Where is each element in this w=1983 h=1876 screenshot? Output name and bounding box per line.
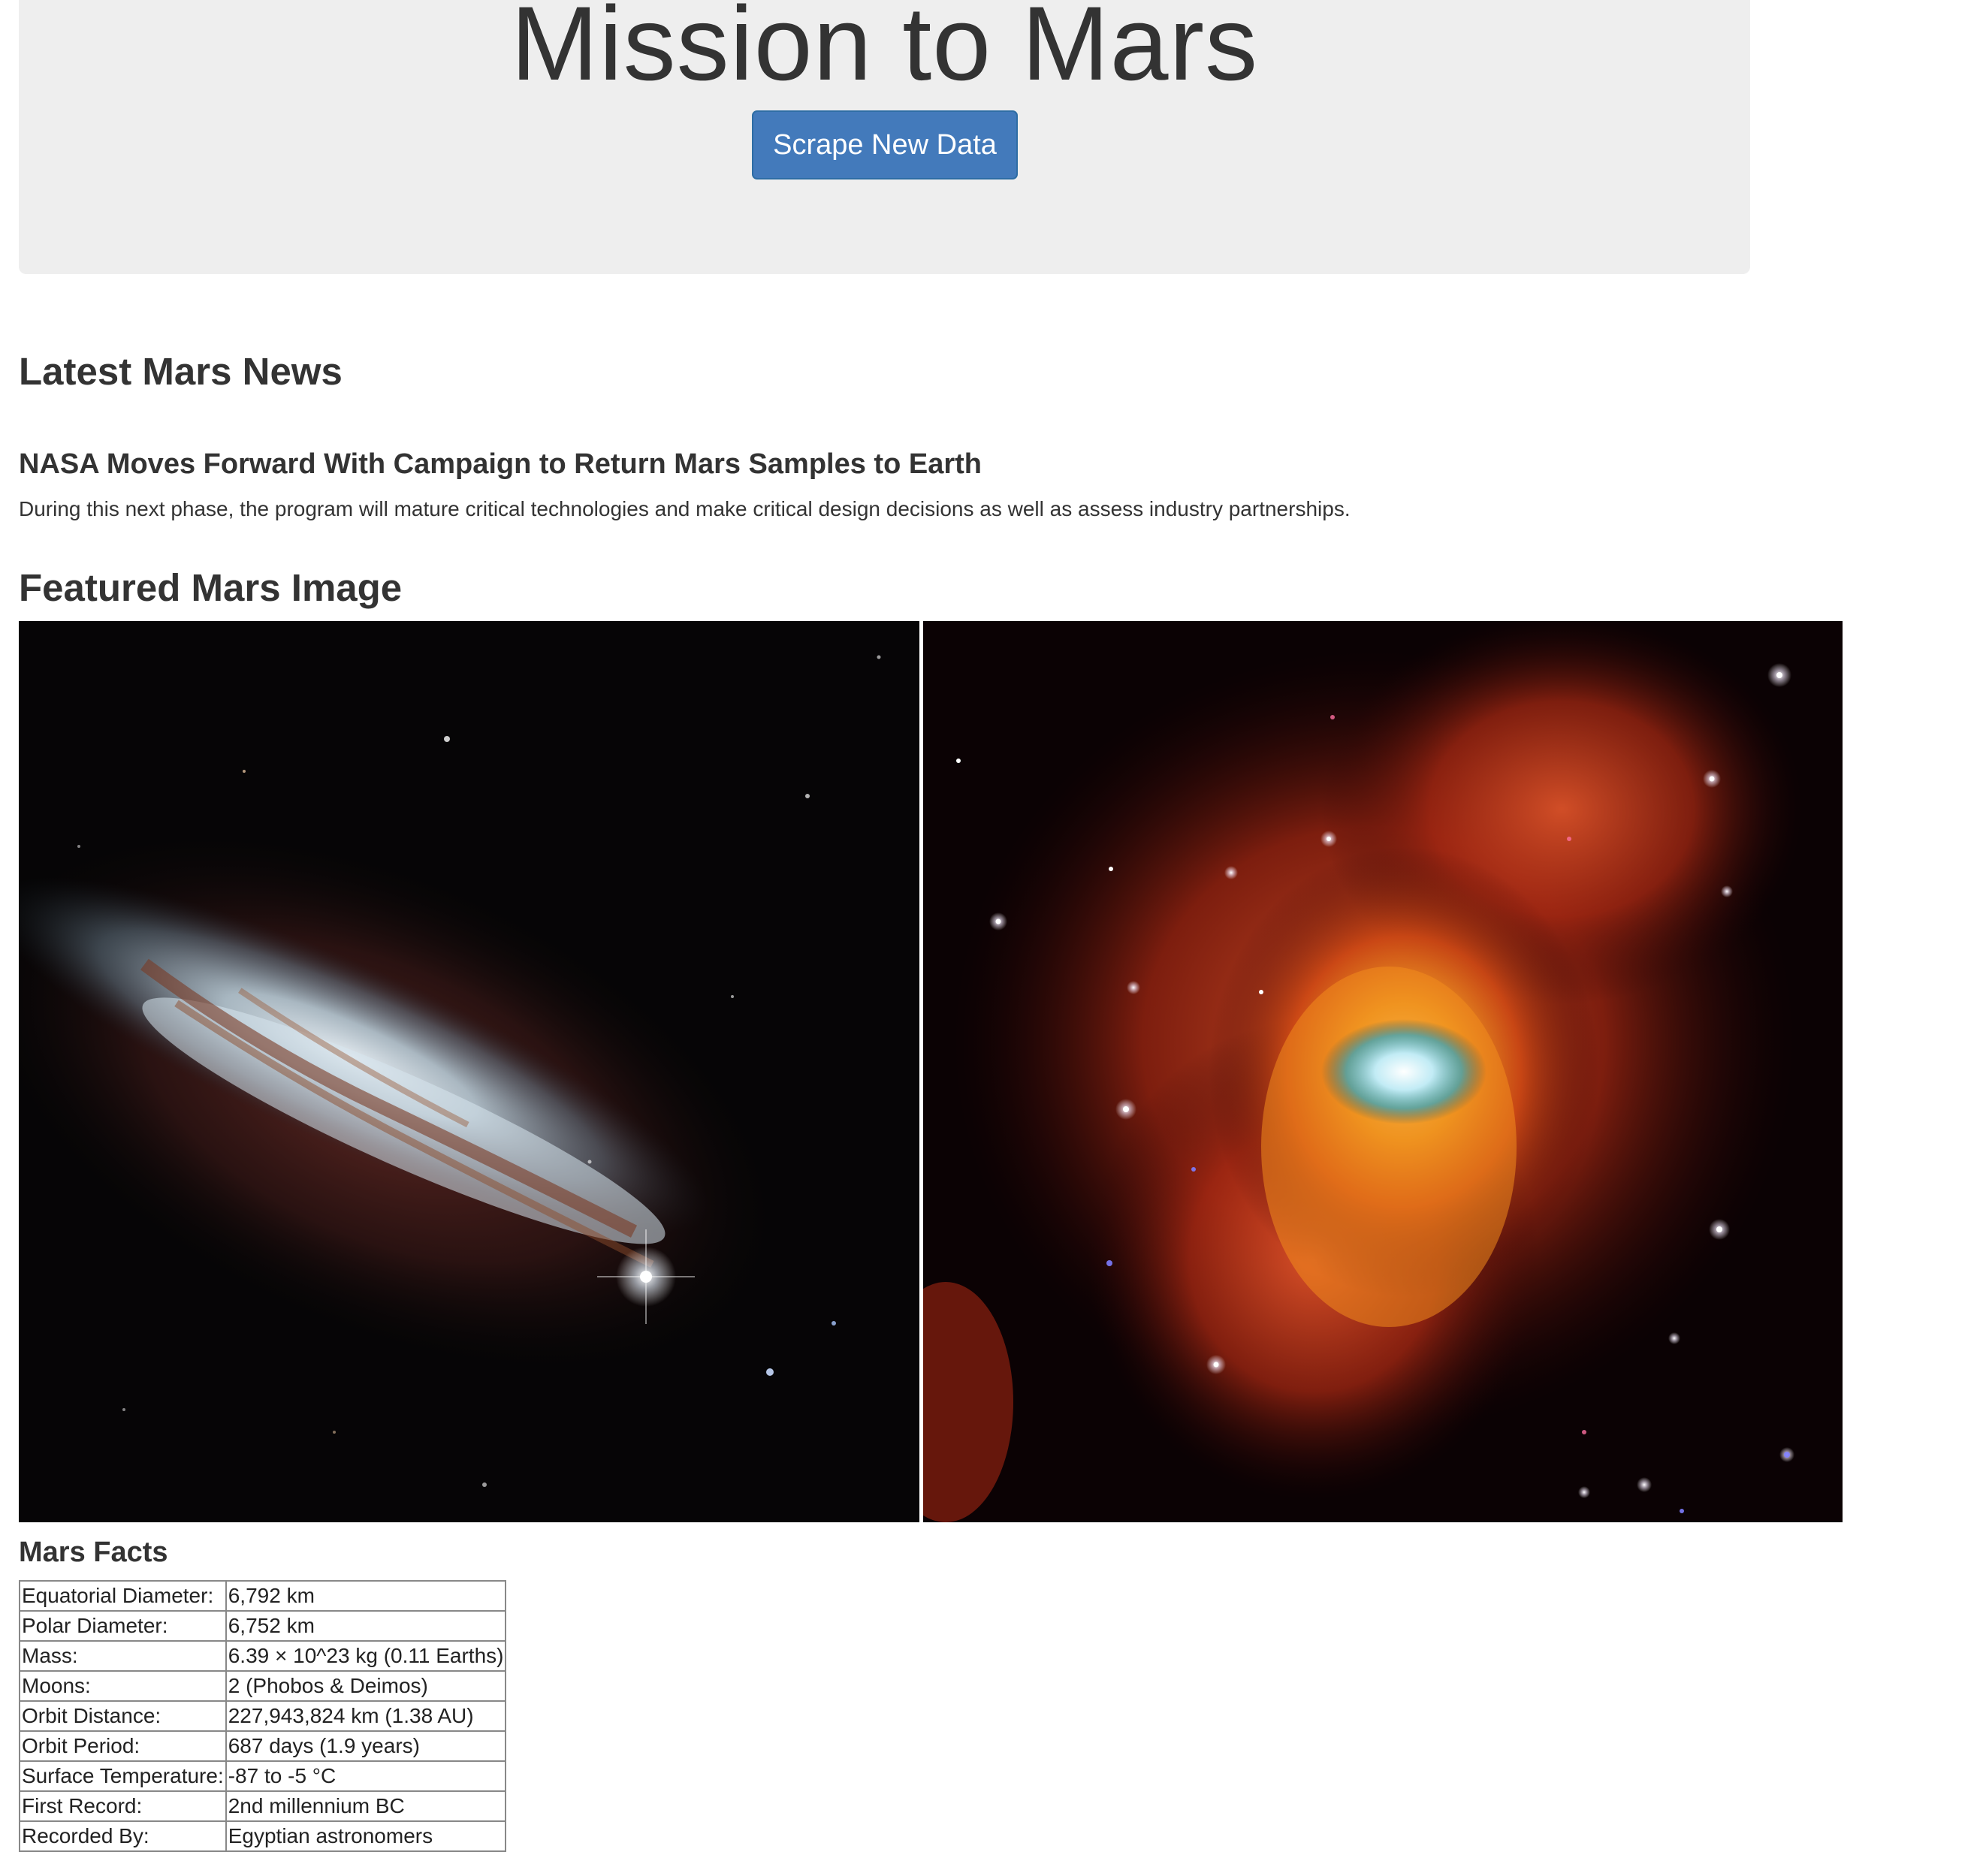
featured-image-heading: Featured Mars Image (19, 566, 403, 609)
table-row: Mass: 6.39 × 10^23 kg (0.11 Earths) (19, 1640, 507, 1672)
news-teaser: During this next phase, the program will… (19, 497, 1351, 520)
page-title: Mission to Mars (510, 0, 1259, 102)
fact-value: 2 (Phobos & Deimos) (225, 1670, 507, 1702)
fact-label: Equatorial Diameter: (19, 1580, 227, 1612)
table-row: First Record: 2nd millennium BC (19, 1790, 507, 1822)
fact-label: Polar Diameter: (19, 1610, 227, 1642)
fact-label: Orbit Distance: (19, 1700, 227, 1732)
galaxy-xray-image (923, 621, 1843, 1522)
fact-value: 227,943,824 km (1.38 AU) (225, 1700, 507, 1732)
galaxy-optical-image (19, 621, 919, 1522)
jumbotron: Mission to Mars Scrape New Data (19, 0, 1750, 274)
table-row: Polar Diameter: 6,752 km (19, 1610, 507, 1642)
table-row: Orbit Period: 687 days (1.9 years) (19, 1730, 507, 1762)
scrape-new-data-button[interactable]: Scrape New Data (752, 110, 1018, 179)
fact-label: First Record: (19, 1790, 227, 1822)
table-row: Orbit Distance: 227,943,824 km (1.38 AU) (19, 1700, 507, 1732)
table-row: Moons: 2 (Phobos & Deimos) (19, 1670, 507, 1702)
fact-label: Recorded By: (19, 1820, 227, 1852)
table-row: Equatorial Diameter: 6,792 km (19, 1580, 507, 1612)
fact-value: Egyptian astronomers (225, 1820, 507, 1852)
news-headline: NASA Moves Forward With Campaign to Retu… (19, 448, 982, 480)
fact-label: Moons: (19, 1670, 227, 1702)
mars-facts-table: Equatorial Diameter: 6,792 km Polar Diam… (19, 1580, 507, 1852)
fact-value: 6.39 × 10^23 kg (0.11 Earths) (225, 1640, 507, 1672)
galaxy-optical-panel (19, 621, 919, 1522)
fact-value: -87 to -5 °C (225, 1760, 507, 1792)
fact-value: 6,752 km (225, 1610, 507, 1642)
mars-facts-heading: Mars Facts (19, 1537, 168, 1568)
fact-value: 687 days (1.9 years) (225, 1730, 507, 1762)
fact-value: 2nd millennium BC (225, 1790, 507, 1822)
fact-label: Orbit Period: (19, 1730, 227, 1762)
latest-news-heading: Latest Mars News (19, 350, 343, 393)
featured-mars-image[interactable] (19, 621, 1843, 1522)
fact-label: Mass: (19, 1640, 227, 1672)
fact-label: Surface Temperature: (19, 1760, 227, 1792)
table-row: Surface Temperature: -87 to -5 °C (19, 1760, 507, 1792)
table-row: Recorded By: Egyptian astronomers (19, 1820, 507, 1852)
galaxy-xray-panel (923, 621, 1843, 1522)
fact-value: 6,792 km (225, 1580, 507, 1612)
